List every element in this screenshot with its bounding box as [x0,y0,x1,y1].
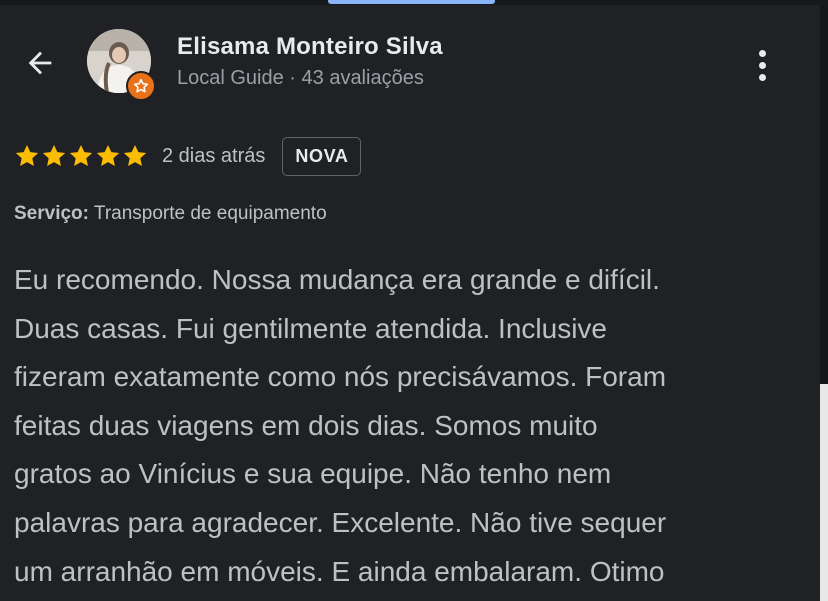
star-icon [15,144,39,166]
arrow-back-icon [28,51,52,75]
new-badge: NOVA [282,136,362,176]
review-text-line: fizeram exatamente como nós precisávamos… [14,361,667,393]
review-header: Elisama Monteiro Silva Local Guide · 43 … [0,5,820,115]
star-icon [96,144,120,166]
more-vert-icon-dot [758,49,766,57]
service-value: Transporte de equipamento [88,203,327,224]
star-icon [69,144,93,166]
back-button[interactable] [20,43,60,83]
more-vert-icon-dot [758,61,766,69]
local-guide-badge [126,71,156,101]
review-text-line: Duas casas. Fui gentilmente atendida. In… [14,312,607,344]
reviewer-subtitle: Local Guide · 43 avaliações [177,67,424,89]
star-rating [14,143,148,169]
rating-row: 2 dias atrás NOVA [14,134,362,178]
review-text-line: palavras para agradecer. Excelente. Não … [14,506,667,538]
review-text-line: gratos ao Vinícius e sua equipe. Não ten… [14,458,612,490]
reviewer-name[interactable]: Elisama Monteiro Silva [177,33,443,61]
service-line: Serviço: Transporte de equipamento [14,203,327,225]
top-accent-bar [328,0,495,4]
service-label: Serviço: [14,203,89,224]
local-guide-star-icon [133,78,149,93]
star-icon [42,144,66,166]
more-vert-icon-dot [758,73,766,81]
more-options-button[interactable] [748,45,776,85]
review-date: 2 dias atrás [162,144,266,167]
review-text: Eu recomendo. Nossa mudança era grande e… [14,256,814,596]
right-edge-light [820,384,828,601]
star-icon [123,144,147,166]
review-text-line: um arranhão em móveis. E ainda embalaram… [14,555,665,587]
review-text-line: Eu recomendo. Nossa mudança era grande e… [14,264,660,295]
review-text-line: feitas duas viagens em dois dias. Somos … [14,409,598,441]
